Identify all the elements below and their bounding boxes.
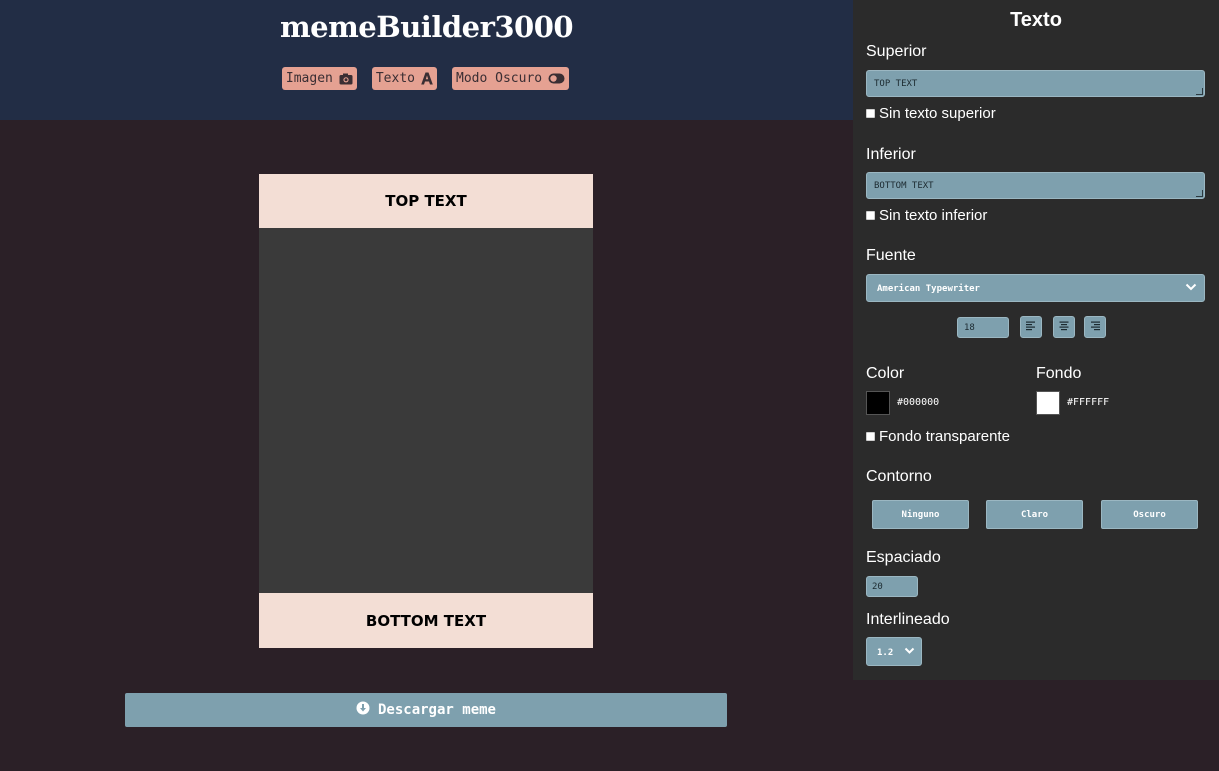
- outline-label: Contorno: [866, 468, 932, 485]
- font-label: Fuente: [866, 247, 916, 264]
- dark-mode-button[interactable]: Modo Oscuro: [452, 67, 570, 90]
- no-bottom-text-checkbox-row[interactable]: Sin texto inferior: [866, 207, 987, 224]
- download-label: Descargar meme: [377, 702, 496, 718]
- background-color-swatch[interactable]: [1036, 391, 1060, 415]
- no-top-text-checkbox[interactable]: [866, 109, 875, 118]
- font-size-input[interactable]: 18: [957, 317, 1009, 338]
- text-tab-label: Texto: [375, 71, 415, 86]
- bottom-text-value: BOTTOM TEXT: [874, 181, 934, 191]
- outline-light-label: Claro: [1020, 509, 1049, 520]
- download-circle-icon: [356, 701, 370, 719]
- no-top-text-checkbox-row[interactable]: Sin texto superior: [866, 105, 996, 122]
- outline-none-button[interactable]: Ninguno: [872, 500, 969, 529]
- transparent-bg-checkbox[interactable]: [866, 432, 875, 441]
- meme-bottom-text: BOTTOM TEXT: [259, 593, 593, 648]
- font-select-value: American Typewriter: [877, 284, 980, 294]
- spacing-value: 20: [872, 582, 883, 592]
- no-top-text-label: Sin texto superior: [879, 105, 996, 122]
- align-left-icon: [1026, 318, 1036, 336]
- font-size-value: 18: [964, 323, 975, 333]
- background-color-value: #FFFFFF: [1067, 397, 1110, 408]
- image-tab-label: Imagen: [285, 71, 333, 86]
- meme-top-text: TOP TEXT: [259, 174, 593, 228]
- bottom-text-input[interactable]: BOTTOM TEXT: [866, 172, 1205, 199]
- chevron-down-icon: [904, 646, 915, 658]
- meme-canvas: TOP TEXT BOTTOM TEXT: [259, 174, 593, 648]
- color-label: Color: [866, 365, 905, 382]
- align-center-button[interactable]: [1053, 316, 1075, 338]
- outline-dark-label: Oscuro: [1133, 509, 1166, 520]
- camera-icon: [339, 73, 353, 85]
- resize-handle-icon[interactable]: [1196, 88, 1203, 95]
- outline-dark-button[interactable]: Oscuro: [1101, 500, 1198, 529]
- transparent-bg-checkbox-row[interactable]: Fondo transparente: [866, 428, 1010, 445]
- header-nav: Imagen Texto Modo Oscuro: [0, 67, 853, 90]
- align-center-icon: [1059, 318, 1069, 336]
- top-text-label: Superior: [866, 43, 927, 60]
- font-select[interactable]: American Typewriter: [866, 274, 1205, 302]
- align-right-button[interactable]: [1084, 316, 1106, 338]
- top-text-value: TOP TEXT: [874, 79, 918, 89]
- chevron-down-icon: [1185, 282, 1197, 295]
- letter-a-icon: [421, 72, 433, 85]
- image-tab-button[interactable]: Imagen: [281, 67, 357, 90]
- line-height-label: Interlineado: [866, 611, 950, 628]
- transparent-bg-label: Fondo transparente: [879, 428, 1010, 445]
- text-color-value: #000000: [897, 397, 940, 408]
- dark-mode-label: Modo Oscuro: [456, 71, 543, 86]
- resize-handle-icon[interactable]: [1196, 190, 1203, 197]
- editor-area: TOP TEXT BOTTOM TEXT Descargar meme: [0, 120, 853, 771]
- line-height-value: 1.2: [877, 648, 894, 658]
- text-settings-panel: Texto Superior TOP TEXT Sin texto superi…: [853, 0, 1219, 680]
- app-title: memeBuilder3000: [279, 10, 574, 44]
- no-bottom-text-label: Sin texto inferior: [879, 207, 988, 224]
- spacing-input[interactable]: 20: [866, 576, 918, 597]
- no-bottom-text-checkbox[interactable]: [866, 211, 875, 220]
- outline-light-button[interactable]: Claro: [986, 500, 1083, 529]
- download-button[interactable]: Descargar meme: [125, 693, 727, 727]
- outline-none-label: Ninguno: [901, 509, 940, 520]
- line-height-select[interactable]: 1.2: [866, 637, 922, 666]
- app-header: memeBuilder3000 Imagen Texto Modo Oscuro: [0, 0, 853, 120]
- bottom-text-label: Inferior: [866, 146, 916, 163]
- background-label: Fondo: [1036, 365, 1082, 382]
- spacing-label: Espaciado: [866, 549, 941, 566]
- top-text-input[interactable]: TOP TEXT: [866, 70, 1205, 97]
- text-tab-button[interactable]: Texto: [371, 67, 437, 90]
- align-left-button[interactable]: [1020, 316, 1042, 338]
- text-color-swatch[interactable]: [866, 391, 890, 415]
- align-right-icon: [1090, 318, 1100, 336]
- panel-title: Texto: [1010, 9, 1062, 31]
- toggle-icon: [548, 73, 565, 84]
